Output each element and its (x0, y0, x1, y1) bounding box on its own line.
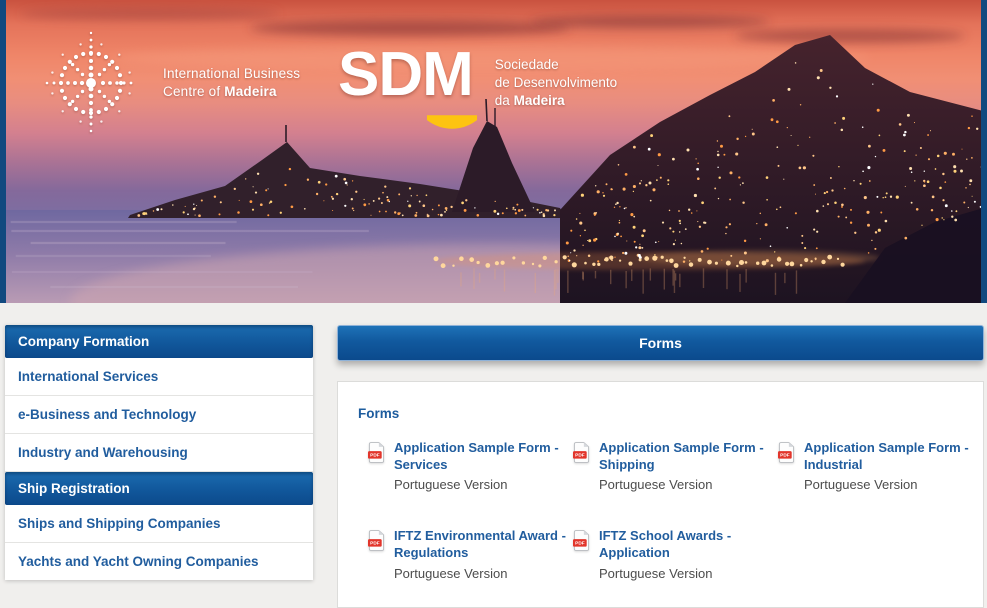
form-item: PDF Application Sample Form - Shipping P… (573, 440, 778, 492)
pdf-file-icon: PDF (573, 530, 590, 551)
form-portuguese-version-link[interactable]: Portuguese Version (599, 477, 778, 492)
sdm-sd: SD (338, 40, 422, 109)
sdm-line2: de Desenvolvimento (495, 74, 617, 92)
sdm-line3-bold: Madeira (514, 93, 565, 108)
form-item: PDF IFTZ School Awards - Application Por… (573, 528, 778, 580)
svg-text:PDF: PDF (370, 541, 380, 547)
form-portuguese-version-link[interactable]: Portuguese Version (394, 477, 573, 492)
pdf-file-icon: PDF (368, 530, 385, 551)
sdm-m: M (422, 40, 473, 109)
forms-title: Forms (639, 335, 682, 351)
ibc-line2: Centre of (163, 84, 224, 99)
ibc-line2-bold: Madeira (224, 84, 276, 99)
form-item: PDF IFTZ Environmental Award - Regulatio… (368, 528, 573, 580)
form-link[interactable]: IFTZ Environmental Award - Regulations (394, 528, 573, 561)
sidebar-item-ships-and-shipping-companies[interactable]: Ships and Shipping Companies (5, 505, 313, 543)
pdf-file-icon: PDF (368, 442, 385, 463)
hero-banner: International Business Centre of Madeira… (0, 0, 987, 303)
sdm-line3: da (495, 93, 514, 108)
pdf-file-icon: PDF (573, 442, 590, 463)
forms-section-label: Forms (358, 406, 963, 421)
svg-text:PDF: PDF (780, 453, 790, 459)
sidebar-item-yachts-and-yacht-owning-companies[interactable]: Yachts and Yacht Owning Companies (5, 543, 313, 580)
sidebar-item-international-services[interactable]: International Services (5, 358, 313, 396)
pdf-file-icon: PDF (778, 442, 795, 463)
ibc-madeira-logo: International Business Centre of Madeira (36, 28, 300, 138)
sdm-acronym: SDM (338, 44, 473, 109)
form-item-texts: Application Sample Form - Shipping Portu… (599, 440, 778, 492)
form-item-texts: Application Sample Form - Services Portu… (394, 440, 573, 492)
sidebar-item-ebusiness-and-technology[interactable]: e-Business and Technology (5, 396, 313, 434)
sdm-yellow-swoosh-icon (426, 114, 478, 130)
ibc-line1: International Business (163, 66, 300, 81)
svg-text:PDF: PDF (575, 541, 585, 547)
form-link[interactable]: Application Sample Form - Industrial (804, 440, 983, 473)
form-portuguese-version-link[interactable]: Portuguese Version (599, 566, 778, 581)
sidebar-section-company-formation[interactable]: Company Formation (5, 325, 313, 358)
form-item-texts: IFTZ Environmental Award - Regulations P… (394, 528, 573, 580)
svg-text:PDF: PDF (575, 453, 585, 459)
sidebar-section-ship-registration[interactable]: Ship Registration (5, 472, 313, 505)
form-portuguese-version-link[interactable]: Portuguese Version (804, 477, 983, 492)
ibc-globe-icon (36, 28, 146, 138)
form-portuguese-version-link[interactable]: Portuguese Version (394, 566, 573, 581)
sidebar-item-industry-and-warehousing[interactable]: Industry and Warehousing (5, 434, 313, 472)
svg-text:PDF: PDF (370, 453, 380, 459)
sdm-line1: Sociedade (495, 56, 617, 74)
sdm-logo: SDM Sociedade de Desenvolvimento da Made… (338, 44, 617, 109)
ibc-logo-text: International Business Centre of Madeira (163, 65, 300, 100)
header-right-border (981, 0, 987, 303)
form-link[interactable]: Application Sample Form - Services (394, 440, 573, 473)
form-item-texts: Application Sample Form - Industrial Por… (804, 440, 983, 492)
forms-title-bar: Forms (337, 325, 984, 361)
header-left-border (0, 0, 6, 303)
forms-grid: PDF Application Sample Form - Services P… (368, 440, 963, 581)
content-area: Company Formation International Services… (5, 325, 984, 608)
sdm-logo-text: Sociedade de Desenvolvimento da Madeira (495, 44, 617, 109)
main-content: Forms Forms PDF Application Sample Form … (337, 325, 984, 608)
form-item: PDF Application Sample Form - Services P… (368, 440, 573, 492)
sidebar: Company Formation International Services… (5, 325, 313, 580)
forms-panel: Forms PDF Application Sample Form - Serv… (337, 381, 984, 608)
form-item-texts: IFTZ School Awards - Application Portugu… (599, 528, 778, 580)
form-link[interactable]: IFTZ School Awards - Application (599, 528, 778, 561)
form-link[interactable]: Application Sample Form - Shipping (599, 440, 778, 473)
form-item: PDF Application Sample Form - Industrial… (778, 440, 983, 492)
